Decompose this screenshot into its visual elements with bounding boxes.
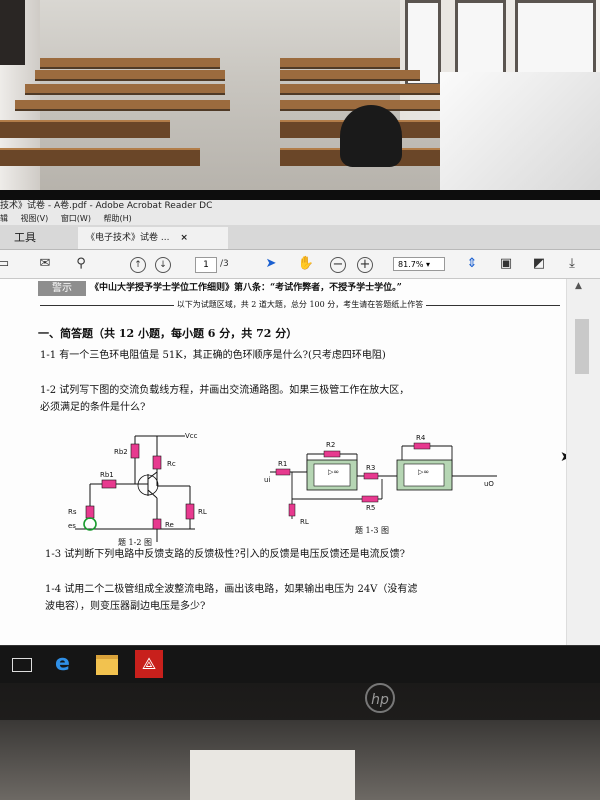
desk-row (15, 100, 230, 111)
next-page-icon[interactable]: ↓ (155, 257, 171, 273)
label-ui: ui (264, 476, 270, 484)
menu-edit[interactable]: 辑 (0, 214, 8, 223)
question-1-4: 1-4 试用二个二极管组成全波整流电路，画出该电路，如果输出电压为 24V（没有… (45, 584, 418, 595)
warning-text: 《中山大学授予学士学位工作细则》第八条：“考试作弊者，不授予学士学位。” (90, 283, 402, 293)
zoom-value: 81.7% (398, 260, 424, 269)
tab-document[interactable]: 《电子技术》试卷 ... × (78, 227, 228, 249)
tab-document-label: 《电子技术》试卷 ... (86, 233, 170, 243)
answer-area-note: 以下为试题区域，共 2 道大题，总分 100 分，考生请在答题纸上作答 (40, 299, 560, 311)
title-bar: 技术》试卷 - A卷.pdf - Adobe Acrobat Reader DC (0, 200, 600, 213)
opamp1-symbol: ▷∞ (328, 468, 339, 476)
label-r1: R1 (278, 460, 287, 468)
menu-view[interactable]: 视图(V) (21, 214, 49, 223)
classroom-background (0, 0, 600, 195)
section-heading: 一、简答题（共 12 小题，每小题 6 分，共 72 分） (38, 327, 298, 340)
close-tab-icon[interactable]: × (180, 233, 188, 243)
select-cursor-icon[interactable]: ➤ (262, 255, 280, 273)
label-es: es (68, 522, 76, 530)
hand-tool-icon[interactable]: ✋ (297, 255, 315, 273)
page-number-input[interactable]: 1 (195, 257, 217, 273)
file-explorer-icon[interactable] (96, 655, 118, 675)
print-icon[interactable]: ▭ (0, 255, 12, 273)
full-screen-icon[interactable]: ◩ (530, 255, 548, 273)
pdf-page: 警示 《中山大学授予学士学位工作细则》第八条：“考试作弊者，不授予学士学位。” … (0, 279, 572, 645)
label-rl: RL (198, 508, 207, 516)
toolbar: ▭ ✉ ⚲ ↑ ↓ 1 /3 ➤ ✋ − + 81.7% ▾ ⇕ ▣ ◩ ⤓ (0, 250, 600, 279)
label-rs: Rs (68, 508, 77, 516)
zoom-in-icon[interactable]: + (357, 257, 373, 273)
email-icon[interactable]: ✉ (36, 255, 54, 273)
desk-row (0, 120, 170, 138)
window-light (440, 72, 600, 195)
scroll-up-icon[interactable]: ▲ (575, 281, 582, 291)
previous-page-icon[interactable]: ↑ (130, 257, 146, 273)
paper-cup (190, 750, 355, 800)
task-view-icon[interactable] (12, 658, 32, 672)
desk-row (25, 84, 225, 95)
person-left (0, 0, 25, 65)
question-1-2-cont: 必须满足的条件是什么? (40, 402, 146, 413)
download-icon[interactable]: ⤓ (563, 255, 581, 273)
opamp2-symbol: ▷∞ (418, 468, 429, 476)
desk-row (35, 70, 225, 81)
page-total: /3 (220, 259, 229, 269)
label-r2: R2 (326, 441, 335, 449)
question-1-1: 1-1 有一个三色环电阻值是 51K，其正确的色环顺序是什么?(只考虑四环电阻) (40, 350, 386, 361)
label-r4: R4 (416, 434, 426, 442)
hp-logo: hp (365, 683, 395, 713)
warning-badge: 警示 (38, 281, 86, 296)
desk-row (280, 70, 420, 81)
taskbar: e ⟁ (0, 645, 600, 684)
label-uo: uO (484, 480, 494, 488)
label-rb1: Rb1 (100, 471, 114, 479)
vertical-scrollbar[interactable]: ▲ (566, 279, 600, 645)
menu-bar: 辑 视图(V) 窗口(W) 帮助(H) (0, 213, 600, 225)
figure-1-3-circuit: R1 R2 R3 R4 R5 RL ▷∞ ▷∞ ui uO (264, 434, 497, 526)
acrobat-icon[interactable]: ⟁ (135, 650, 163, 678)
monitor-bezel-top (0, 190, 600, 200)
tab-bar: 工具 《电子技术》试卷 ... × (0, 225, 600, 250)
figure-1-3-caption: 题 1-3 图 (355, 526, 389, 535)
zoom-select[interactable]: 81.7% ▾ (393, 257, 445, 271)
desk-row (0, 148, 200, 166)
question-1-2: 1-2 试列写下图的交流负载线方程，并画出交流通路图。如果三极管工作在放大区， (40, 385, 410, 396)
zoom-out-icon[interactable]: − (330, 257, 346, 273)
desk-row (280, 84, 450, 95)
menu-window[interactable]: 窗口(W) (61, 214, 91, 223)
fit-page-icon[interactable]: ⇕ (463, 255, 481, 273)
scrollbar-thumb[interactable] (575, 319, 589, 374)
label-r3: R3 (366, 464, 375, 472)
label-vcc: Vcc (185, 432, 198, 440)
label-re: Re (165, 521, 174, 529)
tab-tools[interactable]: 工具 (0, 227, 74, 249)
scroll-mode-icon[interactable]: ▣ (497, 255, 515, 273)
label-rl: RL (300, 518, 309, 526)
question-1-3: 1-3 试判断下列电路中反馈支路的反馈极性?引入的反馈是电压反馈还是电流反馈? (45, 549, 406, 560)
figure-1-2-circuit: Vcc Rb2 Rc Rb1 RL Rs es Re (68, 432, 207, 542)
search-icon[interactable]: ⚲ (72, 255, 90, 273)
label-r5: R5 (366, 504, 375, 512)
menu-help[interactable]: 帮助(H) (104, 214, 132, 223)
desk-row (40, 58, 220, 69)
desk-row (280, 58, 400, 69)
answer-area-text: 以下为试题区域，共 2 道大题，总分 100 分，考生请在答题纸上作答 (173, 300, 427, 309)
edge-icon[interactable]: e (55, 651, 70, 676)
window-title: 技术》试卷 - A卷.pdf - Adobe Acrobat Reader DC (0, 201, 213, 211)
label-rb2: Rb2 (114, 448, 128, 456)
student-head (340, 105, 402, 167)
label-rc: Rc (167, 460, 176, 468)
monitor-screen: 技术》试卷 - A卷.pdf - Adobe Acrobat Reader DC… (0, 200, 600, 645)
question-1-4-cont: 波电容），则变压器副边电压是多少? (45, 601, 206, 612)
